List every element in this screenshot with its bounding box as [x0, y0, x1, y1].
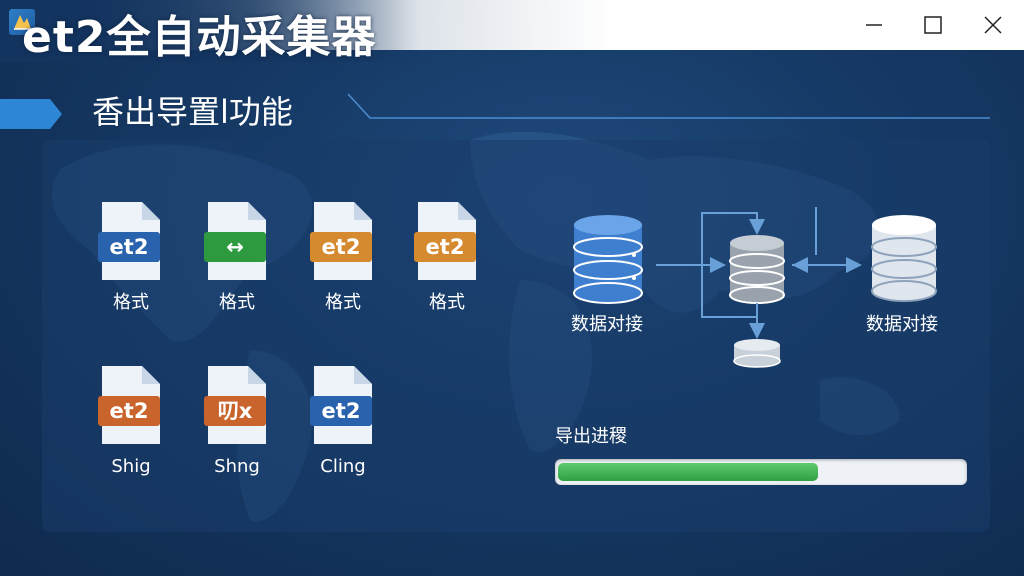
file-label: 格式: [325, 292, 361, 313]
file-format-2[interactable]: ↔ 格式: [202, 200, 272, 313]
file-badge: et2: [310, 232, 372, 262]
file-badge: et2: [98, 232, 160, 262]
export-progress-bar: [555, 459, 967, 485]
file-format-4[interactable]: et2 格式: [412, 200, 482, 313]
section-marker-icon: [0, 99, 62, 129]
file-format-1[interactable]: et2 格式: [96, 200, 166, 313]
file-label: 格式: [429, 292, 465, 313]
file-label: Shig: [111, 456, 151, 477]
close-icon: [984, 16, 1002, 34]
section-divider: [347, 93, 990, 119]
data-transfer-diagram: [573, 207, 937, 368]
sync-database-icon: [729, 235, 785, 304]
backup-database-icon: [733, 339, 781, 368]
maximize-icon: [924, 16, 942, 34]
progress-label: 导出进稷: [555, 426, 627, 447]
file-label: 格式: [219, 292, 255, 313]
source-database-icon: [573, 215, 643, 304]
file-format-3[interactable]: et2 格式: [308, 200, 378, 313]
file-badge: et2: [98, 396, 160, 426]
file-label: Shng: [214, 456, 260, 477]
progress-fill: [558, 463, 818, 481]
file-label: 格式: [113, 292, 149, 313]
target-database-icon: [871, 215, 937, 302]
target-label: 数据对接: [866, 314, 938, 335]
file-badge: et2: [414, 232, 476, 262]
maximize-button[interactable]: [916, 10, 950, 40]
file-format-7[interactable]: et2 Cling: [308, 364, 378, 477]
file-badge: et2: [310, 396, 372, 426]
file-format-5[interactable]: et2 Shig: [96, 364, 166, 477]
section-title: 香出导置l功能: [92, 93, 293, 131]
app-title: et2全自动采集器: [22, 12, 377, 63]
file-badge: 叨x: [204, 396, 266, 426]
file-format-6[interactable]: 叨x Shng: [202, 364, 272, 477]
file-label: Cling: [320, 456, 366, 477]
minimize-icon: [866, 24, 882, 26]
app-window: et2全自动采集器 香出导置l功能 et2 格式 ↔ 格式 et2 格式 et2…: [0, 0, 1024, 576]
title-bar: et2全自动采集器: [0, 0, 1024, 62]
file-badge: ↔: [204, 232, 266, 262]
close-button[interactable]: [976, 10, 1010, 40]
source-label: 数据对接: [571, 314, 643, 335]
minimize-button[interactable]: [857, 10, 891, 40]
